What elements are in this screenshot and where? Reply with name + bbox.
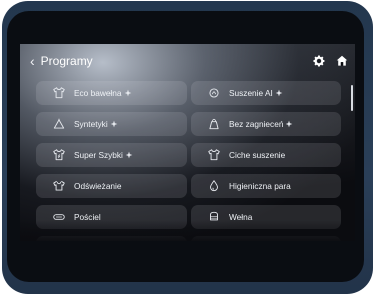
program-tile-refresh[interactable]: Odświeżanie: [36, 174, 187, 198]
refresh-shirt-icon: [53, 180, 65, 191]
program-tile-hygiene-steam[interactable]: Higieniczna para: [191, 174, 341, 198]
sparkle-icon: [110, 120, 118, 128]
page-title: Programy: [40, 54, 93, 68]
steam-drop-icon: [210, 179, 218, 192]
sparkle-icon: [125, 151, 133, 159]
back-button[interactable]: ‹ Programy: [30, 54, 93, 68]
program-tile-ai-dry[interactable]: Suszenie AI: [191, 81, 341, 105]
gear-icon[interactable]: [312, 54, 326, 68]
program-tile-super-fast[interactable]: Super Szybki: [36, 143, 187, 167]
scroll-fade: [20, 220, 355, 241]
sparkle-icon: [286, 120, 293, 128]
program-label: Eco bawełna: [74, 88, 122, 98]
program-label: Syntetyki: [74, 119, 108, 129]
fast-shirt-icon: [53, 149, 65, 161]
sparkle-icon: [124, 89, 131, 97]
program-label: Bez zagnieceń: [229, 119, 284, 129]
chevron-left-icon: ‹: [30, 53, 35, 69]
sparkle-icon: [275, 89, 283, 97]
synthetics-icon: [53, 118, 65, 129]
scrollbar-thumb[interactable]: [351, 85, 353, 111]
program-tile-no-wrinkle[interactable]: Bez zagnieceń: [191, 112, 341, 136]
ai-dry-icon: [209, 88, 219, 98]
program-label: Suszenie AI: [229, 88, 273, 98]
no-wrinkle-icon: [209, 118, 219, 130]
display-screen: ‹ Programy Eco bawełna Suszenie AI Synte…: [20, 44, 355, 241]
program-tile-quiet-dry[interactable]: Ciche suszenie: [191, 143, 341, 167]
home-icon[interactable]: [335, 54, 349, 68]
cotton-shirt-icon: [53, 87, 65, 99]
top-bar: ‹ Programy: [20, 44, 355, 78]
program-label: Higieniczna para: [229, 181, 291, 191]
program-tile-synthetics[interactable]: Syntetyki: [36, 112, 187, 136]
program-label: Odświeżanie: [74, 181, 122, 191]
program-label: Super Szybki: [74, 150, 123, 160]
program-label: Ciche suszenie: [229, 150, 286, 160]
program-tile-eco-cotton[interactable]: Eco bawełna: [36, 81, 187, 105]
quiet-dry-icon: [208, 149, 220, 161]
